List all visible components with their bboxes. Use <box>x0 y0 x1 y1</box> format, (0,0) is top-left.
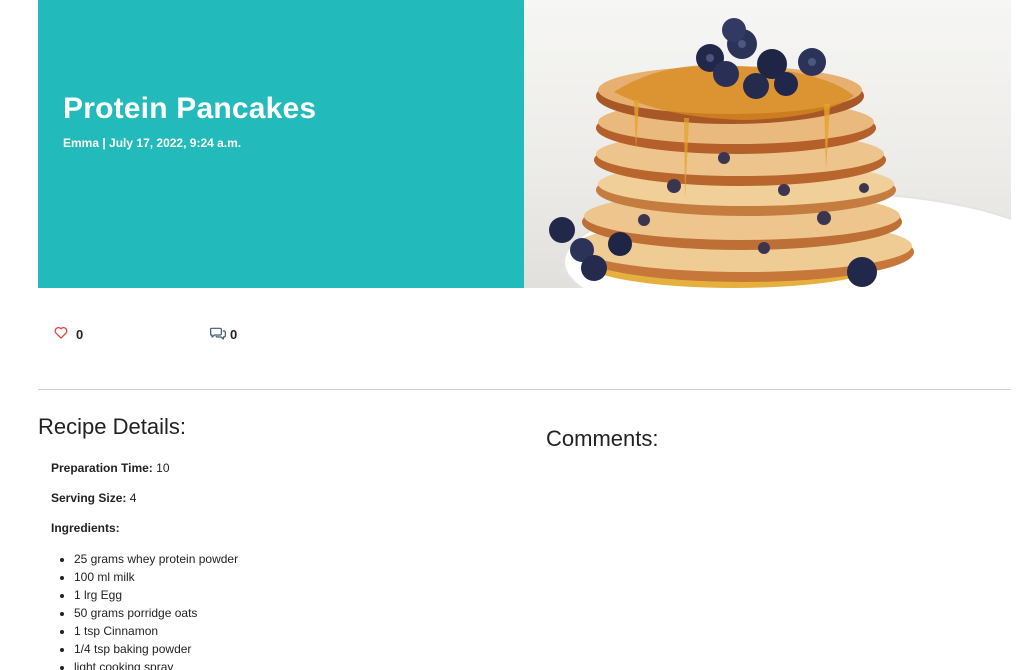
speech-bubbles-icon <box>210 326 226 343</box>
preparation-time-label: Preparation Time: <box>51 461 153 475</box>
section-divider <box>38 389 1011 390</box>
comments-section: Comments: <box>546 426 658 452</box>
recipe-details: Recipe Details: Preparation Time: 10 Ser… <box>38 414 518 670</box>
recipe-title: Protein Pancakes <box>63 92 317 125</box>
like-count: 0 <box>76 326 84 342</box>
comment-count: 0 <box>230 327 238 342</box>
ingredient-item: 1/4 tsp baking powder <box>74 640 238 658</box>
comments-count-link[interactable]: 0 <box>210 326 237 343</box>
comments-heading: Comments: <box>546 426 659 451</box>
recipe-page: Protein Pancakes Emma | July 17, 2022, 9… <box>0 0 1026 670</box>
like-button[interactable]: 0 <box>54 326 83 342</box>
serving-size: Serving Size: 4 <box>51 491 136 505</box>
ingredient-item: light cooking spray <box>74 658 238 670</box>
ingredient-item: 50 grams porridge oats <box>74 604 238 622</box>
hero-title-panel: Protein Pancakes Emma | July 17, 2022, 9… <box>38 0 524 288</box>
ingredient-item: 100 ml milk <box>74 568 238 586</box>
recipe-stats: 0 0 <box>38 326 438 350</box>
ingredient-item: 1 lrg Egg <box>74 586 238 604</box>
heart-outline-icon <box>54 326 68 342</box>
recipe-details-heading: Recipe Details: <box>38 414 186 439</box>
ingredient-item: 1 tsp Cinnamon <box>74 622 238 640</box>
ingredients-list: 25 grams whey protein powder 100 ml milk… <box>62 550 238 670</box>
serving-size-value: 4 <box>129 491 137 505</box>
ingredients-label: Ingredients: <box>51 521 120 535</box>
ingredient-item: 25 grams whey protein powder <box>74 550 238 568</box>
recipe-meta: Emma | July 17, 2022, 9:24 a.m. <box>63 136 242 150</box>
recipe-hero: Protein Pancakes Emma | July 17, 2022, 9… <box>38 0 1011 288</box>
preparation-time: Preparation Time: 10 <box>51 461 170 475</box>
serving-size-label: Serving Size: <box>51 491 127 505</box>
preparation-time-value: 10 <box>156 461 170 475</box>
recipe-photo <box>524 0 1011 288</box>
pancake-stack-illustration <box>549 18 1011 288</box>
